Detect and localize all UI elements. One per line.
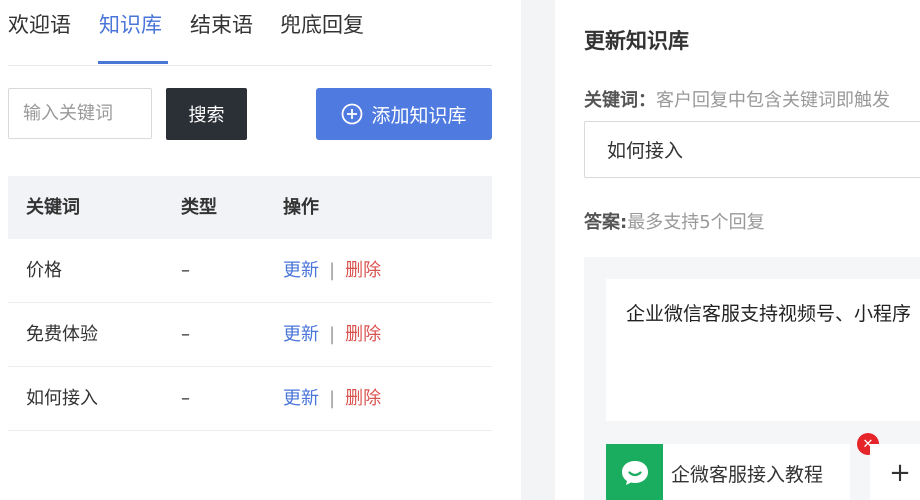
action-separator: | <box>329 260 336 281</box>
row-actions: 更新 | 删除 <box>283 367 381 431</box>
row-type: – <box>181 324 190 345</box>
knowledge-base-panel: 欢迎语 知识库 结束语 兜底回复 搜索 添加知识库 关键词 类型 操作 价格 –… <box>0 0 492 500</box>
tab-welcome[interactable]: 欢迎语 <box>8 10 71 40</box>
answer-hint: 最多支持5个回复 <box>627 212 765 233</box>
add-reply-button[interactable]: + <box>870 444 920 500</box>
row-actions: 更新 | 删除 <box>283 303 381 367</box>
chat-bubble-icon <box>606 444 663 500</box>
panel-divider <box>521 0 555 500</box>
active-tab-indicator <box>98 61 168 64</box>
plus-circle-icon <box>342 103 363 125</box>
header-actions: 操作 <box>283 197 319 218</box>
delete-link[interactable]: 删除 <box>345 260 381 281</box>
action-separator: | <box>329 388 336 409</box>
search-input[interactable] <box>8 88 152 139</box>
row-type: – <box>181 260 190 281</box>
table-header: 关键词 类型 操作 <box>8 176 492 239</box>
row-keyword: 免费体验 <box>26 324 98 345</box>
attachment-label: 企微客服接入教程 <box>671 463 824 486</box>
keyword-input[interactable] <box>584 121 920 178</box>
delete-link[interactable]: 删除 <box>345 388 381 409</box>
dialog-title: 更新知识库 <box>584 29 689 53</box>
answer-label-row: 答案:最多支持5个回复 <box>584 208 765 234</box>
action-separator: | <box>329 324 336 345</box>
add-knowledge-label: 添加知识库 <box>371 104 467 127</box>
tab-knowledge-base[interactable]: 知识库 <box>99 10 162 40</box>
header-type: 类型 <box>181 197 217 218</box>
row-keyword: 如何接入 <box>26 388 98 409</box>
tab-closing[interactable]: 结束语 <box>190 10 253 40</box>
delete-link[interactable]: 删除 <box>345 324 381 345</box>
keyword-label-row: 关键词：客户回复中包含关键词即触发 <box>584 86 890 112</box>
row-keyword: 价格 <box>26 260 62 281</box>
header-keyword: 关键词 <box>26 197 80 218</box>
answer-label: 答案: <box>584 212 628 233</box>
row-actions: 更新 | 删除 <box>283 239 381 303</box>
update-link[interactable]: 更新 <box>283 388 319 409</box>
table-row: 如何接入 – 更新 | 删除 <box>8 367 492 431</box>
tab-fallback-reply[interactable]: 兜底回复 <box>280 10 364 40</box>
keyword-hint: 客户回复中包含关键词即触发 <box>656 90 890 111</box>
answer-text-field[interactable]: 企业微信客服支持视频号、小程序 <box>606 279 920 421</box>
search-button[interactable]: 搜索 <box>166 88 247 140</box>
row-type: – <box>181 388 190 409</box>
table-row: 免费体验 – 更新 | 删除 <box>8 303 492 367</box>
update-knowledge-dialog: 更新知识库 关键词：客户回复中包含关键词即触发 答案:最多支持5个回复 企业微信… <box>555 0 920 500</box>
answer-area: 企业微信客服支持视频号、小程序 企微客服接入教程 ✕ + <box>584 257 920 500</box>
tab-bar: 欢迎语 知识库 结束语 兜底回复 <box>8 0 492 66</box>
attachment-card[interactable]: 企微客服接入教程 <box>606 444 850 500</box>
update-link[interactable]: 更新 <box>283 260 319 281</box>
keyword-label: 关键词： <box>584 90 656 111</box>
table-row: 价格 – 更新 | 删除 <box>8 239 492 303</box>
add-knowledge-button[interactable]: 添加知识库 <box>316 88 492 140</box>
update-link[interactable]: 更新 <box>283 324 319 345</box>
knowledge-table: 关键词 类型 操作 价格 – 更新 | 删除 免费体验 – 更新 | 删除 如何接入 –… <box>8 176 492 431</box>
